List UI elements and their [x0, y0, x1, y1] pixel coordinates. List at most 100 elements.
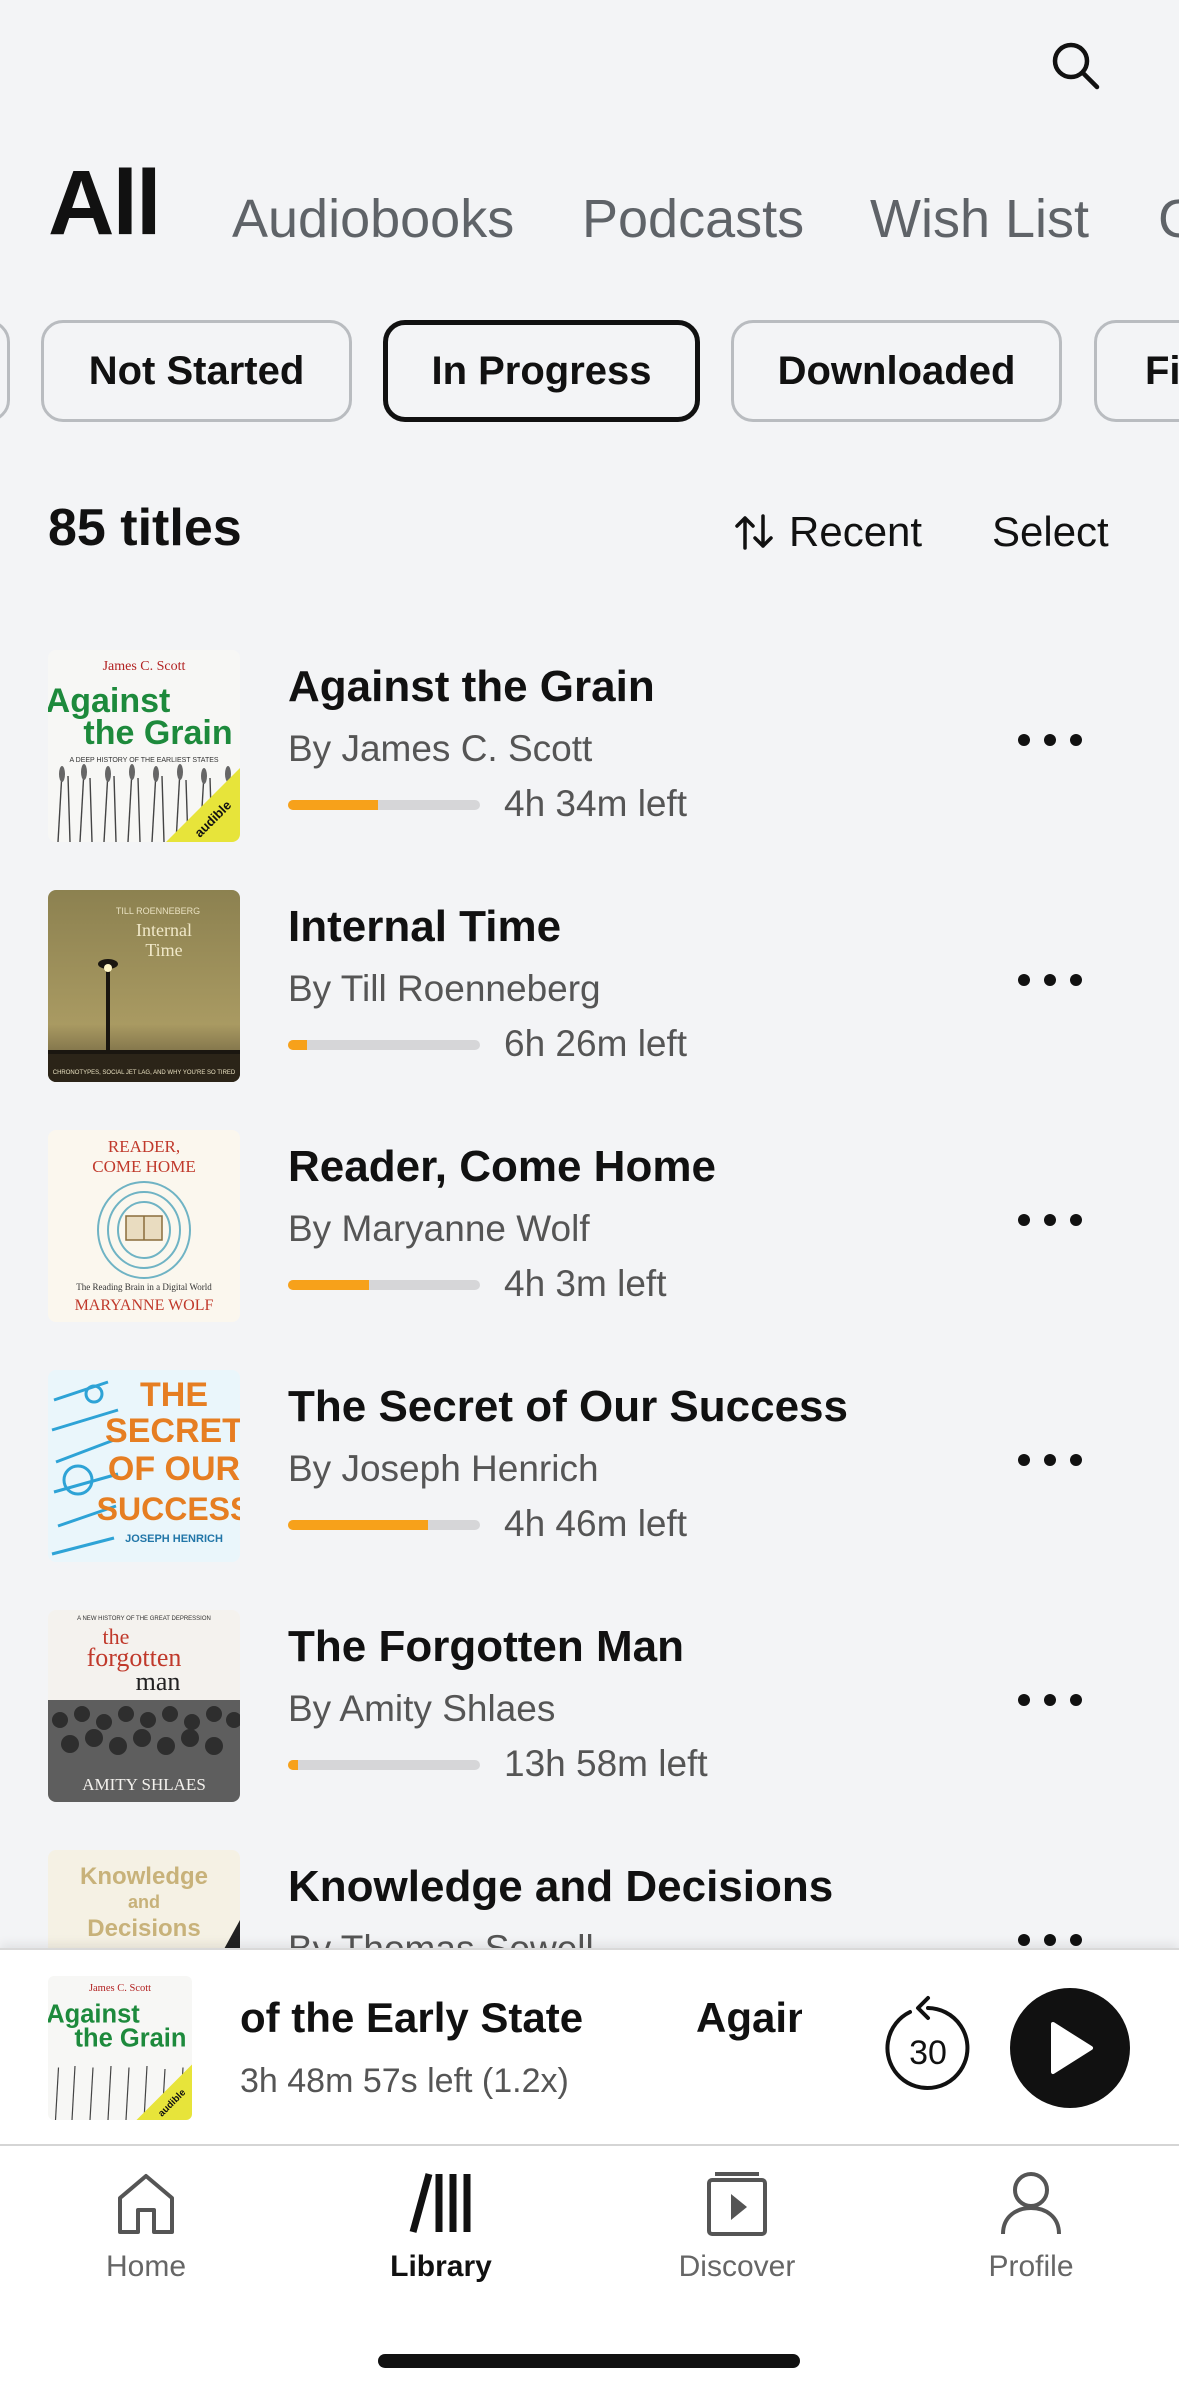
- more-options-button[interactable]: [1010, 1190, 1090, 1250]
- svg-text:OF OUR: OF OUR: [108, 1450, 240, 1488]
- tab-wish-list[interactable]: Wish List: [870, 188, 1089, 250]
- svg-text:JOSEPH HENRICH: JOSEPH HENRICH: [125, 1533, 223, 1545]
- svg-text:Time: Time: [145, 940, 182, 960]
- dot-icon: [1044, 1454, 1056, 1466]
- time-left: 4h 46m left: [504, 1503, 688, 1544]
- svg-text:SECRET: SECRET: [105, 1412, 240, 1450]
- dot-icon: [1044, 734, 1056, 746]
- skip-back-30-icon: 30: [885, 1996, 970, 2090]
- play-button[interactable]: [1010, 1988, 1130, 2108]
- svg-text:James C. Scott: James C. Scott: [89, 1983, 151, 1994]
- book-author: By James C. Scott: [288, 728, 593, 769]
- dot-icon: [1070, 974, 1082, 986]
- nav-discover[interactable]: Discover: [637, 2170, 837, 2284]
- more-options-button[interactable]: [1010, 1430, 1090, 1490]
- nav-profile[interactable]: Profile: [931, 2170, 1131, 2284]
- svg-text:COME HOME: COME HOME: [92, 1157, 195, 1176]
- title-count: 85 titles: [48, 499, 242, 557]
- library-icon: [409, 2173, 471, 2233]
- list-item[interactable]: THE SECRET OF OUR SUCCESS JOSEPH HENRICH…: [0, 1360, 1179, 1600]
- tab-all[interactable]: All: [48, 151, 162, 250]
- list-item[interactable]: A NEW HISTORY OF THE GREAT DEPRESSION th…: [0, 1600, 1179, 1840]
- progress-bar: [288, 800, 480, 810]
- select-button[interactable]: Select: [992, 508, 1109, 556]
- svg-text:man: man: [136, 1667, 181, 1696]
- book-author: By Amity Shlaes: [288, 1688, 556, 1729]
- nav-home[interactable]: Home: [46, 2170, 246, 2284]
- svg-text:A NEW HISTORY OF THE GREAT DEP: A NEW HISTORY OF THE GREAT DEPRESSION: [77, 1616, 211, 1622]
- filter-downloaded[interactable]: Downloaded: [731, 320, 1062, 422]
- now-playing-title-next: Again: [696, 1994, 802, 2041]
- discover-icon: [707, 2172, 767, 2236]
- tab-collections[interactable]: C: [1158, 188, 1179, 250]
- progress-bar: [288, 1280, 480, 1290]
- filter-not-started[interactable]: Not Started: [41, 320, 352, 422]
- progress-fill: [288, 1760, 298, 1770]
- book-cover: James C. Scott Against the Grain A DEEP …: [48, 650, 240, 842]
- dot-icon: [1070, 1934, 1082, 1946]
- dot-icon: [1070, 1454, 1082, 1466]
- nav-home-label: Home: [105, 2250, 187, 2283]
- sort-icon: [735, 514, 773, 550]
- list-item[interactable]: Knowledge and Decisions Knowledge and De…: [0, 1840, 1179, 1948]
- home-icon: [118, 2174, 174, 2234]
- dot-icon: [1018, 1694, 1030, 1706]
- dot-icon: [1070, 1214, 1082, 1226]
- progress-fill: [288, 800, 379, 810]
- progress-bar: [288, 1040, 480, 1050]
- more-options-button[interactable]: [1010, 1670, 1090, 1730]
- svg-text:READER,: READER,: [108, 1137, 180, 1156]
- book-author: By Till Roenneberg: [288, 968, 601, 1009]
- book-author: By Thomas Sowell: [288, 1928, 594, 1948]
- book-cover: Knowledge and Decisions: [48, 1850, 240, 1948]
- svg-text:SUCCESS: SUCCESS: [97, 1491, 240, 1527]
- skip-back-button[interactable]: 30: [880, 1994, 976, 2098]
- progress-bar: [288, 1760, 480, 1770]
- search-button[interactable]: [1040, 30, 1110, 100]
- tab-audiobooks[interactable]: Audiobooks: [232, 188, 514, 250]
- now-playing-time-left: 3h 48m 57s left (1.2x): [240, 2062, 569, 2100]
- play-icon: [1051, 2022, 1093, 2074]
- svg-text:30: 30: [909, 2034, 947, 2072]
- list-item[interactable]: James C. Scott Against the Grain A DEEP …: [0, 640, 1179, 880]
- time-left: 4h 3m left: [504, 1263, 667, 1304]
- library-tabs: All Audiobooks Podcasts Wish List C: [0, 140, 1179, 250]
- dot-icon: [1018, 1214, 1030, 1226]
- progress-fill: [288, 1520, 429, 1530]
- svg-text:Internal: Internal: [136, 920, 192, 940]
- tab-podcasts[interactable]: Podcasts: [582, 188, 804, 250]
- book-cover: READER, COME HOME The Reading Brain in a…: [48, 1130, 240, 1322]
- more-options-button[interactable]: [1010, 1910, 1090, 1948]
- sort-label: Recent: [789, 508, 923, 555]
- sort-button[interactable]: Recent: [733, 508, 922, 556]
- list-item[interactable]: READER, COME HOME The Reading Brain in a…: [0, 1120, 1179, 1360]
- time-left: 6h 26m left: [504, 1023, 688, 1064]
- time-left: 13h 58m left: [504, 1743, 708, 1784]
- now-playing-title: of the Early State Again: [240, 1994, 802, 2054]
- svg-text:CHRONOTYPES, SOCIAL JET LAG, A: CHRONOTYPES, SOCIAL JET LAG, AND WHY YOU…: [53, 1070, 236, 1076]
- nav-library[interactable]: Library: [341, 2170, 541, 2284]
- filter-chips: Not Started In Progress Downloaded Fi: [0, 320, 1179, 424]
- nav-profile-label: Profile: [988, 2250, 1074, 2283]
- svg-text:the Grain: the Grain: [83, 714, 232, 752]
- dot-icon: [1018, 1454, 1030, 1466]
- more-options-button[interactable]: [1010, 710, 1090, 770]
- list-item[interactable]: TILL ROENNEBERG Internal Time CHRONOTYPE…: [0, 880, 1179, 1120]
- svg-text:TILL ROENNEBERG: TILL ROENNEBERG: [116, 906, 200, 916]
- nav-library-label: Library: [390, 2250, 492, 2283]
- mini-player[interactable]: James C. Scott Against the Grain audible…: [0, 1948, 1179, 2144]
- filter-chip-previous[interactable]: [0, 320, 10, 422]
- dot-icon: [1018, 734, 1030, 746]
- filter-in-progress[interactable]: In Progress: [383, 320, 700, 422]
- profile-icon: [1001, 2172, 1061, 2235]
- dot-icon: [1044, 1214, 1056, 1226]
- progress-bar: [288, 1520, 480, 1530]
- book-title: Internal Time: [288, 902, 562, 951]
- dot-icon: [1018, 1934, 1030, 1946]
- dot-icon: [1070, 1694, 1082, 1706]
- svg-text:The Reading Brain in a Digital: The Reading Brain in a Digital World: [76, 1282, 212, 1292]
- filter-finished[interactable]: Fi: [1094, 320, 1179, 422]
- dot-icon: [1018, 974, 1030, 986]
- svg-text:Decisions: Decisions: [87, 1915, 200, 1942]
- more-options-button[interactable]: [1010, 950, 1090, 1010]
